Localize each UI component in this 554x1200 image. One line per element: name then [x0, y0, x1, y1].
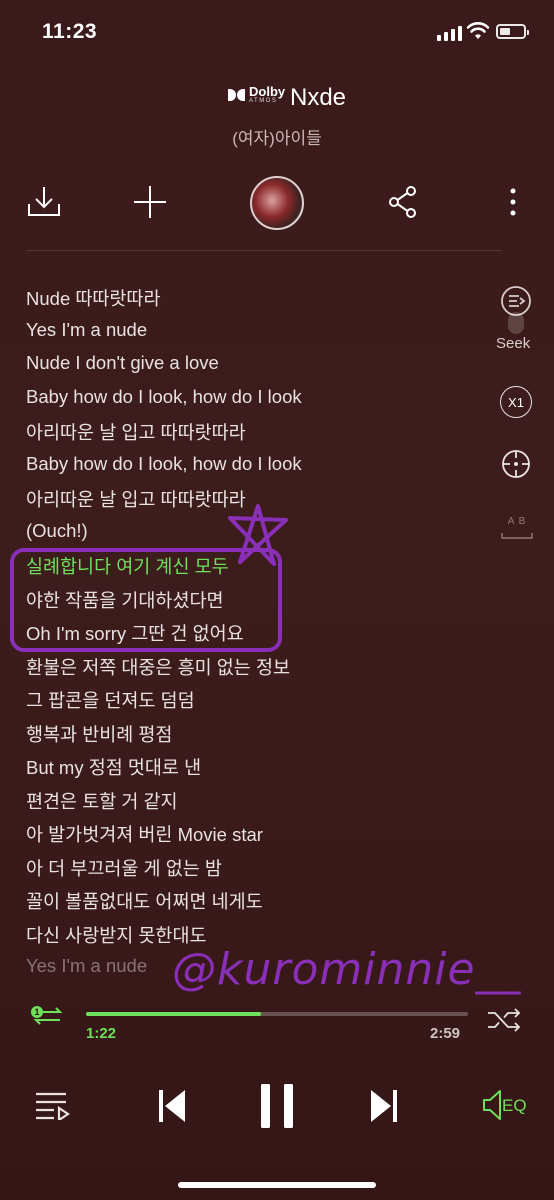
cellular-signal-icon — [437, 26, 462, 41]
lyric-line[interactable]: Yes I'm a nude — [26, 319, 496, 353]
status-time: 11:23 — [42, 20, 98, 43]
home-indicator[interactable] — [178, 1182, 376, 1188]
total-time: 2:59 — [430, 1025, 461, 1042]
progress-bar[interactable] — [86, 1012, 468, 1016]
eq-button[interactable] — [480, 1088, 504, 1127]
ab-label: A B — [507, 516, 527, 527]
dolby-atmos-logo: Dolby ATMOS — [228, 85, 285, 104]
download-icon[interactable] — [24, 182, 64, 222]
share-icon[interactable] — [383, 182, 423, 222]
dolby-brand: Dolby — [249, 84, 286, 99]
lyric-line[interactable]: 환불은 저쪽 대중은 흥미 없는 정보 — [26, 654, 496, 688]
seek-toggle[interactable] — [508, 312, 524, 334]
watermark-text: @kurominnie__ — [172, 944, 522, 995]
lyric-line[interactable]: But my 정점 멋대로 낸 — [26, 754, 496, 788]
playlist-icon[interactable] — [34, 1090, 70, 1120]
battery-icon — [496, 24, 529, 39]
header-divider — [26, 250, 502, 251]
lyric-line[interactable]: 아 발가벗겨져 버린 Movie star — [26, 821, 496, 855]
lyric-line[interactable]: 행복과 반비례 평점 — [26, 721, 496, 755]
crosshair-icon[interactable] — [500, 448, 532, 480]
lyric-line[interactable]: 아리따운 날 입고 따따랏따라 — [26, 419, 496, 453]
repeat-badge: 1 — [31, 1006, 43, 1018]
next-track-icon[interactable] — [368, 1088, 400, 1124]
previous-track-icon[interactable] — [156, 1088, 188, 1124]
more-options-icon[interactable] — [493, 182, 533, 222]
shuffle-icon[interactable] — [486, 1008, 522, 1032]
pause-icon[interactable] — [258, 1082, 296, 1130]
seek-label: Seek — [496, 335, 531, 352]
song-title: Nxde — [290, 84, 347, 111]
wifi-icon — [466, 22, 490, 39]
speaker-icon — [483, 1090, 501, 1120]
album-art-thumbnail[interactable] — [250, 176, 304, 230]
add-icon[interactable] — [130, 182, 170, 222]
speed-label: X1 — [508, 394, 524, 410]
lyric-line[interactable]: 그 팝콘을 던져도 덤덤 — [26, 687, 496, 721]
eq-label: EQ — [502, 1096, 527, 1115]
annotation-star-icon — [228, 504, 288, 566]
repeat-one-button[interactable]: 1 — [28, 1004, 68, 1033]
lyric-line[interactable]: Baby how do I look, how do I look — [26, 453, 496, 487]
progress-fill — [86, 1012, 262, 1016]
lyric-line[interactable]: 편견은 토할 거 같지 — [26, 788, 496, 822]
artist-name[interactable]: (여자)아이들 — [0, 124, 554, 149]
lyric-line[interactable]: 아 더 부끄러울 게 없는 밤 — [26, 855, 496, 889]
lyric-line[interactable]: 꼴이 볼품없대도 어쩌면 네게도 — [26, 888, 496, 922]
lyric-line[interactable]: Nude I don't give a love — [26, 352, 496, 386]
ab-bracket-icon — [501, 533, 533, 539]
lyric-line[interactable]: Baby how do I look, how do I look — [26, 386, 496, 420]
lyric-line[interactable]: Nude 따따랏따라 — [26, 285, 496, 319]
dolby-sub: ATMOS — [249, 98, 278, 104]
current-time: 1:22 — [86, 1025, 117, 1042]
ab-repeat-button[interactable]: A B — [500, 516, 534, 545]
playback-speed-button[interactable]: X1 — [500, 386, 532, 418]
